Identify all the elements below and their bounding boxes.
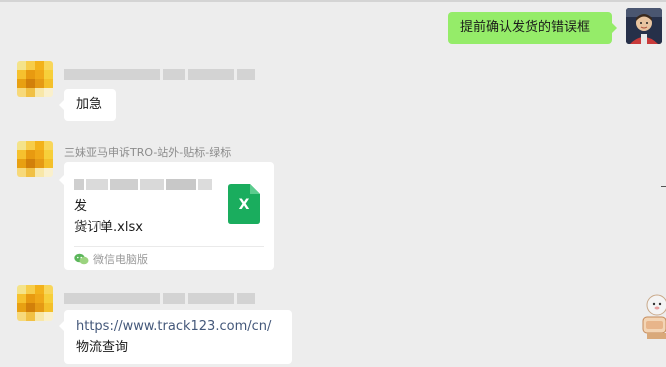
file-source-label: 微信电脑版 (93, 253, 148, 266)
sender-name: 三妹亚马申诉TRO-站外-贴标-绿标 (64, 146, 232, 159)
excel-file-icon: X (228, 184, 260, 224)
message-text: 物流查询 (76, 340, 129, 355)
file-card-divider (74, 246, 264, 247)
sticker-mascot-icon[interactable] (637, 293, 666, 343)
tracking-link[interactable]: https://www.track123.com/cn/ (76, 319, 271, 334)
chat-window: { "colors": { "background": "#ededed", "… (0, 0, 666, 367)
excel-icon-letter: X (238, 197, 250, 213)
sender-name-blurred (64, 293, 255, 304)
file-name-suffix: 发 (74, 199, 88, 214)
my-avatar[interactable] (626, 8, 662, 44)
message-bubble-link[interactable]: https://www.track123.com/cn/ 物流查询 (59, 310, 292, 364)
file-card-source: 微信电脑版 (74, 251, 148, 267)
message-text: 加急 (76, 97, 103, 112)
contact-avatar[interactable] (17, 285, 53, 321)
window-top-border (0, 0, 666, 2)
outgoing-message-text: 提前确认发货的错误框 (460, 20, 591, 35)
wechat-icon (74, 253, 89, 265)
file-size: 12.7K (74, 219, 106, 232)
contact-avatar[interactable] (17, 61, 53, 97)
outgoing-message-bubble[interactable]: 提前确认发货的错误框 (448, 12, 617, 44)
sender-name-blurred (64, 69, 255, 80)
blurred-filename-part (74, 178, 212, 193)
message-bubble-urgent[interactable]: 加急 (59, 89, 116, 121)
person-photo-icon (626, 8, 662, 44)
edge-marker (661, 186, 666, 190)
file-message-card[interactable]: 发 货订单.xlsx 12.7K X 微信电脑版 (59, 162, 274, 270)
contact-avatar[interactable] (17, 141, 53, 177)
